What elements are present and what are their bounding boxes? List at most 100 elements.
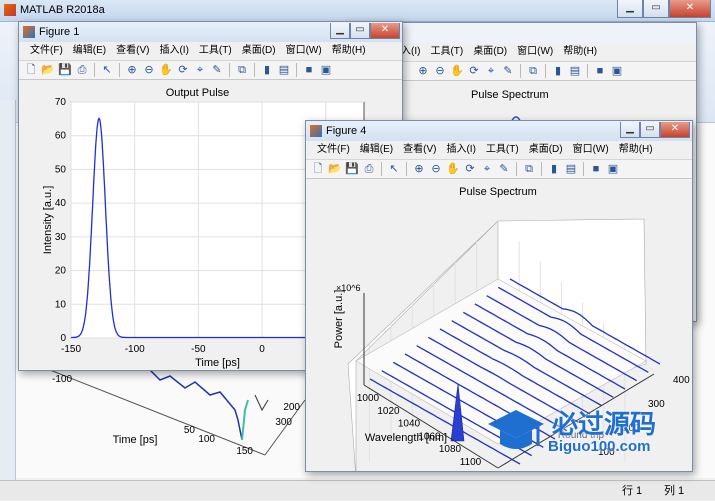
y-tick-label: 10 xyxy=(55,299,67,310)
menu-desktop[interactable]: 桌面(D) xyxy=(524,141,568,159)
zoom-out-icon[interactable]: ⊖ xyxy=(433,64,447,78)
fig2-menu-item[interactable]: 帮助(H) xyxy=(558,43,602,61)
colorbar-icon[interactable]: ▮ xyxy=(551,64,565,78)
fig1-close-button[interactable]: ✕ xyxy=(370,23,400,39)
fig2-menu-item[interactable]: 窗口(W) xyxy=(512,43,558,61)
brush-icon[interactable]: ✎ xyxy=(210,63,224,77)
close-button[interactable]: ✕ xyxy=(669,0,711,18)
chart-title: Output Pulse xyxy=(166,87,230,99)
menu-window[interactable]: 窗口(W) xyxy=(568,141,614,159)
menu-help[interactable]: 帮助(H) xyxy=(327,42,371,60)
fig4-maximize-button[interactable]: ▭ xyxy=(640,122,660,138)
open-icon[interactable]: 📂 xyxy=(328,162,342,176)
link-icon[interactable]: ⧉ xyxy=(522,162,536,176)
open-icon[interactable]: 📂 xyxy=(41,63,55,77)
fig4-titlebar: Figure 4 ▁ ▭ ✕ xyxy=(306,121,692,141)
select-arrow-icon[interactable]: ↖ xyxy=(387,162,401,176)
zoom-out-icon[interactable]: ⊖ xyxy=(142,63,156,77)
menu-desktop[interactable]: 桌面(D) xyxy=(237,42,281,60)
zoom-in-icon[interactable]: ⊕ xyxy=(125,63,139,77)
rotate-icon[interactable]: ⟳ xyxy=(467,64,481,78)
fig4-minimize-button[interactable]: ▁ xyxy=(620,122,640,138)
pan-icon[interactable]: ✋ xyxy=(159,63,173,77)
fig1-minimize-button[interactable]: ▁ xyxy=(330,23,350,39)
fig4-title: Figure 4 xyxy=(326,125,367,137)
colorbar-icon[interactable]: ▮ xyxy=(547,162,561,176)
menu-insert[interactable]: 插入(I) xyxy=(441,141,480,159)
fig1-maximize-button[interactable]: ▭ xyxy=(350,23,370,39)
fig2-menu-item[interactable]: 桌面(D) xyxy=(468,43,512,61)
bg-tick-label: 100 xyxy=(198,434,215,445)
print-icon[interactable]: ⎙ xyxy=(75,63,89,77)
brush-icon[interactable]: ✎ xyxy=(501,64,515,78)
menu-insert[interactable]: 插入(I) xyxy=(154,42,193,60)
hide-tools-icon[interactable]: ■ xyxy=(302,63,316,77)
bg-tick-label: 200 xyxy=(283,402,300,413)
legend-icon[interactable]: ▤ xyxy=(277,63,291,77)
maximize-button[interactable]: ▭ xyxy=(643,0,669,18)
brush-icon[interactable]: ✎ xyxy=(497,162,511,176)
fig4-toolbar: 🗋 📂 💾 ⎙ ↖ ⊕ ⊖ ✋ ⟳ ⌖ ✎ ⧉ ▮ ▤ ■ ▣ xyxy=(306,159,692,179)
x-tick-label: -50 xyxy=(191,344,206,355)
fig2-menu-item[interactable]: 工具(T) xyxy=(425,43,468,61)
pan-icon[interactable]: ✋ xyxy=(450,64,464,78)
x-tick-label: -100 xyxy=(125,344,145,355)
select-arrow-icon[interactable]: ↖ xyxy=(100,63,114,77)
fig1-titlebar: Figure 1 ▁ ▭ ✕ xyxy=(19,22,402,42)
y-tick-label: 40 xyxy=(55,198,67,209)
data-cursor-icon[interactable]: ⌖ xyxy=(480,162,494,176)
link-icon[interactable]: ⧉ xyxy=(235,63,249,77)
zoom-in-icon[interactable]: ⊕ xyxy=(412,162,426,176)
menu-view[interactable]: 查看(V) xyxy=(111,42,154,60)
hide-tools-icon[interactable]: ■ xyxy=(589,162,603,176)
menu-tools[interactable]: 工具(T) xyxy=(194,42,237,60)
save-icon[interactable]: 💾 xyxy=(345,162,359,176)
x-axis-label: Wavelength [nm] xyxy=(365,432,447,444)
rotate-icon[interactable]: ⟳ xyxy=(463,162,477,176)
menu-file[interactable]: 文件(F) xyxy=(25,42,68,60)
colorbar-icon[interactable]: ▮ xyxy=(260,63,274,77)
menu-tools[interactable]: 工具(T) xyxy=(481,141,524,159)
zoom-in-icon[interactable]: ⊕ xyxy=(416,64,430,78)
status-row: 行 1 xyxy=(622,485,643,497)
y-tick-label: 50 xyxy=(55,164,67,175)
hide-tools-icon[interactable]: ■ xyxy=(593,64,607,78)
y-tick-label: 60 xyxy=(55,131,67,142)
print-icon[interactable]: ⎙ xyxy=(362,162,376,176)
show-tools-icon[interactable]: ▣ xyxy=(319,63,333,77)
show-tools-icon[interactable]: ▣ xyxy=(606,162,620,176)
left-panel-edge xyxy=(0,100,16,480)
menu-edit[interactable]: 编辑(E) xyxy=(68,42,111,60)
menu-file[interactable]: 文件(F) xyxy=(312,141,355,159)
data-cursor-icon[interactable]: ⌖ xyxy=(193,63,207,77)
bg-tick-label: 150 xyxy=(236,446,253,457)
legend-icon[interactable]: ▤ xyxy=(564,162,578,176)
pan-icon[interactable]: ✋ xyxy=(446,162,460,176)
x-tick-label: 1080 xyxy=(439,444,462,455)
fig4-menubar: 文件(F) 编辑(E) 查看(V) 插入(I) 工具(T) 桌面(D) 窗口(W… xyxy=(306,141,692,159)
status-bar: 行 1 列 1 xyxy=(0,480,715,500)
new-figure-icon[interactable]: 🗋 xyxy=(311,162,325,176)
menu-edit[interactable]: 编辑(E) xyxy=(355,141,398,159)
app-title: MATLAB R2018a xyxy=(20,4,105,16)
fig4-close-button[interactable]: ✕ xyxy=(660,122,690,138)
save-icon[interactable]: 💾 xyxy=(58,63,72,77)
fig2-plot-title: Pulse Spectrum xyxy=(471,89,549,101)
new-figure-icon[interactable]: 🗋 xyxy=(24,63,38,77)
menu-help[interactable]: 帮助(H) xyxy=(614,141,658,159)
legend-icon[interactable]: ▤ xyxy=(568,64,582,78)
background-3d-plot: -100 50 100 150 200 300 Time [ps] xyxy=(49,370,306,457)
data-cursor-icon[interactable]: ⌖ xyxy=(484,64,498,78)
show-tools-icon[interactable]: ▣ xyxy=(610,64,624,78)
minimize-button[interactable]: ▁ xyxy=(617,0,643,18)
x-tick-label: 1040 xyxy=(398,419,421,430)
zoom-out-icon[interactable]: ⊖ xyxy=(429,162,443,176)
rotate-icon[interactable]: ⟳ xyxy=(176,63,190,77)
x-axis-label: Time [ps] xyxy=(195,357,240,369)
menu-view[interactable]: 查看(V) xyxy=(398,141,441,159)
x-tick-label: 1000 xyxy=(357,393,380,404)
link-icon[interactable]: ⧉ xyxy=(526,64,540,78)
menu-window[interactable]: 窗口(W) xyxy=(281,42,327,60)
x-tick-label: 1020 xyxy=(377,406,400,417)
watermark-url: Biguo100.com xyxy=(548,438,651,455)
